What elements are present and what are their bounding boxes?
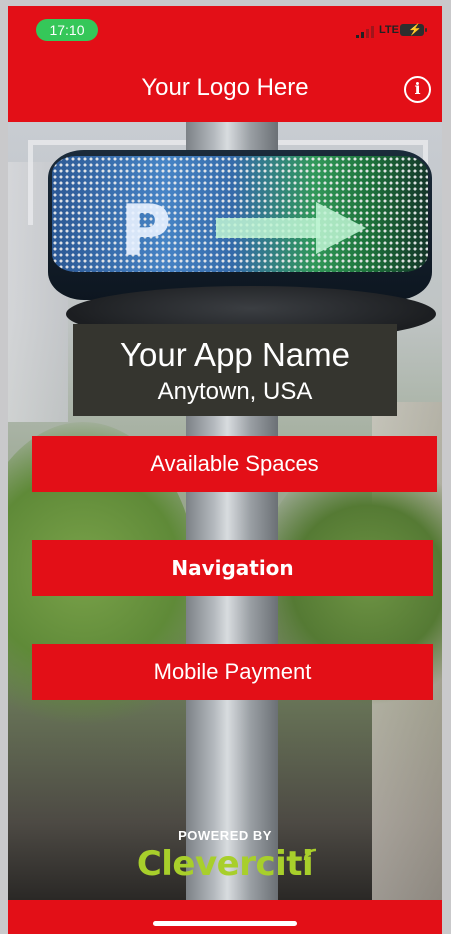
network-label: LTE [379,24,399,36]
mobile-payment-button[interactable]: Mobile Payment [32,644,433,700]
battery-icon: ⚡ [400,24,427,36]
led-display-ring: P [48,150,432,300]
home-indicator[interactable] [153,921,297,926]
logo-placeholder: Your Logo Here [141,74,309,101]
signal-icon [356,26,378,38]
app-header: Your Logo Here i [8,48,442,122]
app-location: Anytown, USA [157,378,313,405]
phone-screen: 17:10 LTE ⚡ Your Logo Here i P Your App … [8,6,442,934]
available-spaces-button[interactable]: Available Spaces [32,436,437,492]
navigation-button[interactable]: Navigation [32,540,433,596]
status-bar: 17:10 LTE ⚡ [8,6,442,48]
brand-logo: Cleverciti [136,844,314,884]
powered-by-label: POWERED BY [178,828,272,843]
arrow-right-icon [216,202,366,254]
parking-p-icon: P [120,190,172,272]
hero-background: P Your App Name Anytown, USA Available S… [8,122,442,900]
status-time: 17:10 [36,19,98,41]
app-title-box: Your App Name Anytown, USA [73,324,397,416]
wifi-wave-icon [303,848,317,861]
bottom-bar [8,900,442,934]
info-icon[interactable]: i [404,76,431,103]
app-name: Your App Name [120,336,350,373]
